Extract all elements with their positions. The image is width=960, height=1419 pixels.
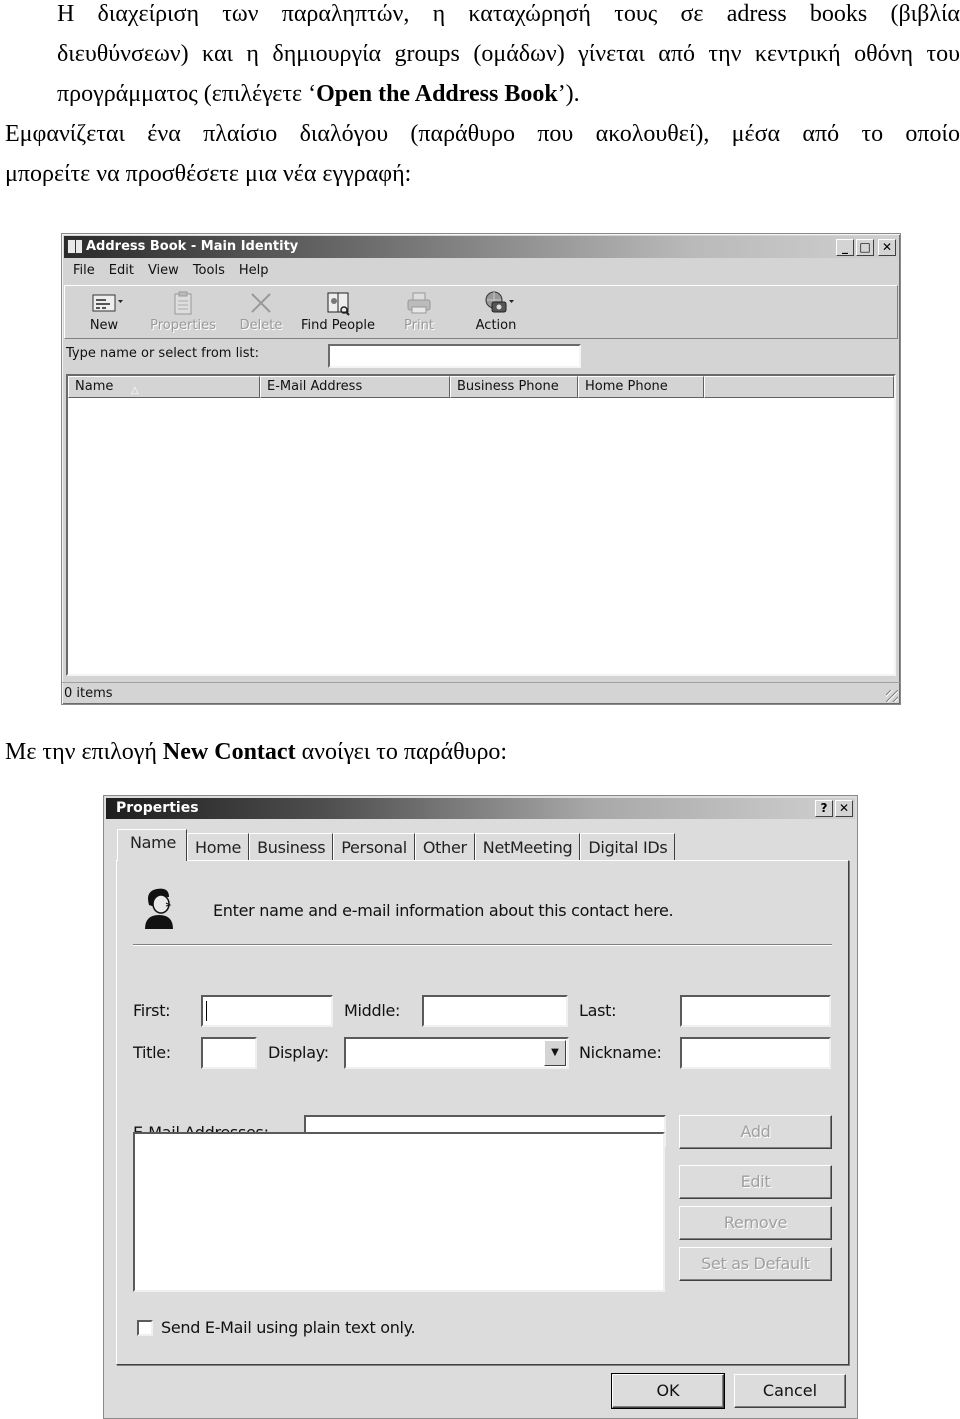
display-combobox[interactable]: ▼ [344,1037,569,1069]
properties-dialog: Properties ? ✕ Name Home Business Person… [103,795,858,1419]
help-button[interactable]: ? [815,800,833,817]
middle-label: Middle: [344,1001,401,1020]
separator [133,944,832,946]
item-count: 0 items [64,686,113,701]
edit-email-button[interactable]: Edit [679,1165,832,1199]
tab-strip: Name Home Business Personal Other NetMee… [117,829,676,861]
properties-icon [169,290,197,316]
find-people-button[interactable]: Find People [301,288,375,336]
open-address-book-emphasis: Open the Address Book [316,81,558,107]
text-line: Εμφανίζεται ένα πλαίσιο διαλόγου (παράθυ… [5,121,960,147]
resize-grip-icon[interactable] [886,690,898,702]
new-contact-emphasis: New Contact [162,739,296,765]
menu-help[interactable]: Help [232,261,276,281]
menu-tools[interactable]: Tools [186,261,232,281]
plain-text-checkbox[interactable] [137,1320,153,1336]
search-input[interactable] [328,344,581,368]
action-button[interactable]: Action [471,288,521,336]
address-book-icon [67,239,83,254]
first-label: First: [133,1001,171,1020]
menu-edit[interactable]: Edit [102,261,141,281]
contacts-list[interactable]: Name △ E-Mail Address Business Phone Hom… [66,374,896,676]
nickname-label: Nickname: [579,1043,662,1062]
text-line: μπορείτε να προσθέσετε μια νέα εγγραφή: [5,161,412,187]
title-bar[interactable]: Address Book - Main Identity _ □ ✕ [64,236,898,258]
column-email[interactable]: E-Mail Address [260,376,450,398]
display-label: Display: [268,1043,329,1062]
dialog-paragraph: Εμφανίζεται ένα πλαίσιο διαλόγου (παράθυ… [5,114,960,194]
nickname-field[interactable] [680,1037,831,1069]
find-people-book-icon [324,290,352,316]
properties-button[interactable]: Properties [149,288,217,336]
menu-bar: File Edit View Tools Help [66,261,275,281]
title-bar[interactable]: Properties ? ✕ [106,798,855,819]
tab-digital-ids[interactable]: Digital IDs [580,833,676,861]
status-bar: 0 items [62,682,900,704]
title-field[interactable] [201,1037,257,1069]
printer-icon [405,290,433,316]
text-caret [206,1001,207,1021]
text-line: προγράμματος (επιλέγετε ‘Open the Addres… [57,81,580,107]
new-contact-paragraph: Με την επιλογή New Contact ανοίγει το πα… [5,739,508,765]
chevron-down-icon[interactable]: ▼ [544,1040,566,1066]
title-label: Title: [133,1043,171,1062]
person-icon [141,885,177,929]
name-tab-panel: Enter name and e-mail information about … [116,860,849,1365]
intro-text: Enter name and e-mail information about … [213,901,674,920]
tab-other[interactable]: Other [414,833,475,861]
menu-file[interactable]: File [66,261,102,281]
set-default-email-button[interactable]: Set as Default [679,1247,832,1281]
column-home-phone[interactable]: Home Phone [578,376,704,398]
tab-name[interactable]: Name [117,829,188,861]
email-addresses-list[interactable] [133,1132,665,1292]
minimize-button[interactable]: _ [836,239,854,256]
delete-button[interactable]: Delete [235,288,287,336]
window-title: Address Book - Main Identity [86,239,299,254]
new-button[interactable]: New [79,288,129,336]
new-card-icon [90,290,123,316]
intro-paragraph: Η διαχείριση των παραληπτών, η καταχώρησ… [5,0,960,114]
print-button[interactable]: Print [397,288,441,336]
tab-personal[interactable]: Personal [333,833,415,861]
middle-name-field[interactable] [422,995,568,1027]
menu-view[interactable]: View [141,261,186,281]
globe-phone-icon [482,290,514,316]
first-name-field[interactable] [201,995,333,1027]
column-business-phone[interactable]: Business Phone [450,376,578,398]
column-empty [704,376,894,398]
column-name[interactable]: Name △ [68,376,260,398]
cancel-button[interactable]: Cancel [734,1374,846,1408]
tab-home[interactable]: Home [187,833,250,861]
text-line: διευθύνσεων) και η δημιουργία groups (ομ… [57,41,960,67]
close-button[interactable]: ✕ [878,239,896,256]
last-label: Last: [579,1001,617,1020]
plain-text-checkbox-label[interactable]: Send E-Mail using plain text only. [161,1318,416,1337]
tab-business[interactable]: Business [249,833,334,861]
maximize-button[interactable]: □ [856,239,874,256]
sort-ascending-icon: △ [131,385,139,396]
tab-netmeeting[interactable]: NetMeeting [474,833,581,861]
search-label: Type name or select from list: [66,346,260,361]
close-button[interactable]: ✕ [835,800,853,817]
remove-email-button[interactable]: Remove [679,1206,832,1240]
toolbar: New Properties Delete Find People Print [64,285,898,339]
last-name-field[interactable] [680,995,831,1027]
list-header: Name △ E-Mail Address Business Phone Hom… [68,376,894,398]
text-line: Η διαχείριση των παραληπτών, η καταχώρησ… [57,1,960,27]
dialog-title: Properties [116,800,199,816]
delete-x-icon [247,290,275,316]
ok-button[interactable]: OK [611,1373,725,1409]
add-email-button[interactable]: Add [679,1115,832,1149]
address-book-window: Address Book - Main Identity _ □ ✕ File … [61,233,901,705]
